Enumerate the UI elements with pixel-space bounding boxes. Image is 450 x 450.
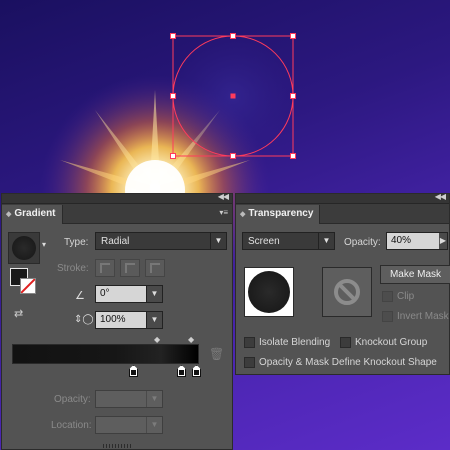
chevron-down-icon: ▼	[210, 233, 226, 249]
chevron-right-icon[interactable]: ▶	[440, 236, 446, 245]
tab-transparency[interactable]: ◆ Transparency	[236, 205, 321, 224]
chevron-down-icon[interactable]: ▼	[146, 391, 162, 407]
chevron-down-icon: ▼	[318, 233, 334, 249]
stop-opacity-field[interactable]: ▼	[95, 390, 163, 408]
color-stop-3[interactable]	[192, 365, 201, 377]
stop-location-field[interactable]: ▼	[95, 416, 163, 434]
angle-field[interactable]: 0° ▼	[95, 285, 163, 303]
stroke-across-button[interactable]	[145, 259, 165, 277]
type-dropdown[interactable]: Radial ▼	[95, 232, 227, 250]
transparency-tab-row: ◆ Transparency	[236, 204, 449, 224]
color-stop-2[interactable]	[177, 365, 186, 377]
reverse-gradient-icon[interactable]: ⇄	[14, 307, 23, 320]
object-thumbnail[interactable]	[244, 267, 294, 317]
stroke-gradient-buttons	[95, 259, 165, 277]
angle-icon: ∠	[75, 290, 85, 302]
knockout-group-checkbox[interactable]	[340, 337, 351, 348]
handle-bottom-right	[290, 153, 296, 159]
opacity-field[interactable]: 40% ▶	[386, 232, 448, 250]
clip-checkbox[interactable]	[382, 291, 393, 302]
panel-header-bar: ◀◀	[2, 192, 232, 204]
location-label: Location:	[51, 420, 92, 431]
tab-grip-icon: ◆	[240, 211, 246, 218]
make-mask-button[interactable]: Make Mask	[380, 265, 450, 284]
chevron-down-icon[interactable]: ▼	[146, 417, 162, 433]
handle-middle-right	[290, 93, 296, 99]
handle-bottom-left	[170, 153, 176, 159]
handle-top-center	[230, 33, 236, 39]
swatch-dropdown-icon[interactable]: ▾	[42, 240, 46, 249]
gradient-swatch[interactable]	[8, 232, 40, 264]
gradient-panel: ◀◀ ◆ Gradient ▾≡ ▾ ⇄ Type: Radial ▼ Strok…	[1, 192, 233, 450]
opacity-mask-knockout-checkbox[interactable]	[244, 357, 255, 368]
handle-middle-left	[170, 93, 176, 99]
chevron-down-icon[interactable]: ▼	[146, 312, 162, 328]
knockout-group-label: Knockout Group	[355, 337, 428, 348]
tab-gradient[interactable]: ◆ Gradient	[2, 205, 63, 224]
stroke-within-button[interactable]	[95, 259, 115, 277]
midpoint-diamond-1[interactable]: ◆	[154, 335, 160, 344]
mask-thumbnail[interactable]	[322, 267, 372, 317]
type-label: Type:	[64, 237, 89, 248]
gradient-tab-row: ◆ Gradient ▾≡	[2, 204, 232, 224]
handle-top-left	[170, 33, 176, 39]
panel-resize-grip[interactable]	[103, 444, 133, 448]
isolate-blending-checkbox[interactable]	[244, 337, 255, 348]
invert-mask-checkbox[interactable]	[382, 311, 393, 322]
stroke-along-button[interactable]	[120, 259, 140, 277]
transparency-panel: ◀◀ ◆ Transparency Screen ▼ Opacity: 40% ▶…	[235, 192, 450, 375]
isolate-blending-label: Isolate Blending	[259, 337, 331, 348]
center-point	[230, 93, 236, 99]
opacity-label: Opacity:	[54, 394, 91, 405]
color-stop-1[interactable]	[129, 365, 138, 377]
tab-grip-icon: ◆	[6, 211, 12, 218]
panel-menu-icon[interactable]: ▾≡	[219, 208, 228, 217]
stroke-box[interactable]	[20, 278, 36, 294]
blend-mode-dropdown[interactable]: Screen ▼	[242, 232, 335, 250]
invert-mask-label: Invert Mask	[397, 311, 449, 322]
panel-header-bar: ◀◀	[236, 192, 449, 204]
midpoint-diamond-2[interactable]: ◆	[188, 335, 194, 344]
fill-stroke-widget[interactable]	[10, 268, 40, 298]
handle-bottom-center	[230, 153, 236, 159]
handle-top-right	[290, 33, 296, 39]
aspect-ratio-field[interactable]: 100% ▼	[95, 311, 163, 329]
aspect-ratio-icon: ⇕◯	[74, 314, 94, 325]
collapse-panel-icon[interactable]: ◀◀	[218, 192, 229, 201]
chevron-down-icon[interactable]: ▼	[146, 286, 162, 302]
clip-label: Clip	[397, 291, 415, 302]
gradient-slider-bar[interactable]	[12, 344, 199, 364]
opacity-mask-knockout-label: Opacity & Mask Define Knockout Shape	[259, 357, 437, 368]
trash-icon[interactable]: 🗑	[209, 347, 224, 361]
opacity-label: Opacity:	[344, 237, 381, 248]
stroke-label: Stroke:	[57, 263, 89, 274]
collapse-panel-icon[interactable]: ◀◀	[435, 192, 446, 201]
